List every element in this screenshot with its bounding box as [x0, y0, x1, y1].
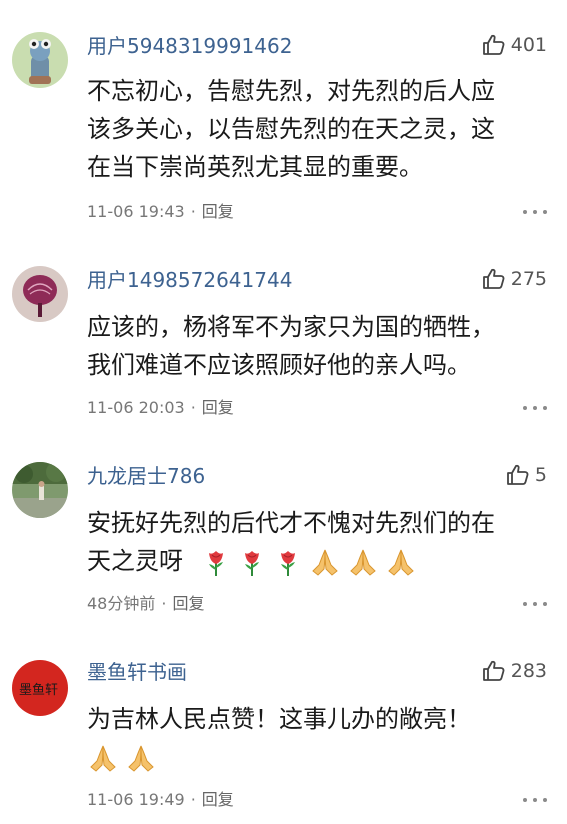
- thumbs-up-icon: [482, 660, 505, 681]
- more-dots-icon: [523, 602, 527, 606]
- pray-emoji: [311, 549, 338, 576]
- avatar[interactable]: 墨鱼轩: [12, 660, 68, 716]
- like-button[interactable]: 5: [506, 463, 547, 487]
- more-dots-icon: [523, 210, 527, 214]
- comment-text-line: 不忘初心，告慰先烈，对先烈的后人应: [87, 77, 495, 105]
- rose-emoji: [280, 551, 295, 576]
- comment-text-line-text: 天之灵呀: [87, 547, 183, 575]
- more-dot: [533, 210, 537, 214]
- comment-text: 应该的，杨将军不为家只为国的牺牲， 我们难道不应该照顾好他的亲人吗。: [87, 308, 547, 384]
- avatar-image: [12, 32, 68, 88]
- like-count: 401: [510, 34, 547, 56]
- thumbs-up-icon: [482, 34, 505, 55]
- username[interactable]: 九龙居士786: [87, 464, 205, 488]
- comment-text-line: 我们难道不应该照顾好他的亲人吗。: [87, 351, 471, 379]
- avatar[interactable]: [12, 462, 68, 518]
- comment-text: 为吉林人民点赞！这事儿办的敞亮！: [87, 700, 547, 776]
- timestamp: 48分钟前: [87, 594, 156, 613]
- pray-emoji: [128, 745, 154, 772]
- comment-text-line: 应该的，杨将军不为家只为国的牺牲，: [87, 313, 495, 341]
- comment-meta: 11-06 19:43 · 回复: [87, 201, 234, 223]
- emoji-group: [87, 743, 157, 773]
- avatar-calligraphy: 墨鱼轩: [19, 682, 58, 698]
- more-options-button[interactable]: [523, 404, 547, 412]
- pray-emoji: [387, 549, 414, 576]
- like-button[interactable]: 401: [482, 33, 547, 57]
- comment-text: 不忘初心，告慰先烈，对先烈的后人应 该多关心，以告慰先烈的在天之灵，这 在当下崇…: [87, 72, 547, 186]
- separator: ·: [190, 202, 196, 221]
- timestamp: 11-06 19:43: [87, 202, 185, 221]
- more-dot: [543, 406, 547, 410]
- more-dot: [543, 210, 547, 214]
- more-dot: [533, 602, 537, 606]
- pray-emoji: [349, 549, 376, 576]
- like-button[interactable]: 283: [482, 659, 547, 683]
- timestamp: 11-06 20:03: [87, 398, 185, 417]
- thumbs-up-icon: [482, 268, 505, 289]
- comment-text-line: 安抚好先烈的后代才不愧对先烈们的在: [87, 509, 495, 537]
- avatar-image: [12, 266, 68, 322]
- comment-meta: 11-06 19:49 · 回复: [87, 789, 234, 811]
- separator: ·: [190, 790, 196, 809]
- comment-item: 用户1498572641744 275 应该的，杨将军不为家只为国的牺牲， 我们…: [0, 240, 567, 440]
- separator: ·: [161, 594, 167, 613]
- more-dot: [543, 602, 547, 606]
- like-count: 275: [510, 268, 547, 290]
- more-options-button[interactable]: [523, 600, 547, 608]
- comment-text-line: [87, 738, 547, 776]
- comment-text: 安抚好先烈的后代才不愧对先烈们的在 天之灵呀: [87, 504, 547, 580]
- avatar-image: 墨鱼轩: [12, 660, 68, 716]
- more-options-button[interactable]: [523, 208, 547, 216]
- comment-text-line: 在当下崇尚英烈尤其显的重要。: [87, 153, 423, 181]
- more-dot: [533, 406, 537, 410]
- more-dots-icon: [523, 798, 527, 802]
- comment-item: 九龙居士786 5 安抚好先烈的后代才不愧对先烈们的在 天之灵呀 48分钟前 ·…: [0, 440, 567, 640]
- comment-item: 墨鱼轩 墨鱼轩书画 283 为吉林人民点赞！这事儿办的敞亮！ 11-06 19:…: [0, 640, 567, 824]
- pray-emoji: [90, 745, 116, 772]
- comment-text-line: 该多关心，以告慰先烈的在天之灵，这: [87, 115, 495, 143]
- reply-button[interactable]: 回复: [202, 790, 234, 809]
- rose-emoji: [244, 551, 259, 576]
- comment-text-line: 天之灵呀: [87, 542, 547, 580]
- comment-item: 用户5948319991462 401 不忘初心，告慰先烈，对先烈的后人应 该多…: [0, 0, 567, 240]
- separator: ·: [190, 398, 196, 417]
- more-dot: [543, 798, 547, 802]
- reply-button[interactable]: 回复: [202, 398, 234, 417]
- avatar[interactable]: [12, 32, 68, 88]
- comment-meta: 11-06 20:03 · 回复: [87, 397, 234, 419]
- like-count: 283: [510, 660, 547, 682]
- emoji-group: [201, 547, 417, 577]
- thumbs-up-icon: [507, 464, 529, 485]
- comment-text-line: 为吉林人民点赞！这事儿办的敞亮！: [87, 705, 471, 733]
- rose-emoji: [208, 551, 223, 576]
- more-dot: [533, 798, 537, 802]
- username[interactable]: 用户5948319991462: [87, 34, 292, 58]
- username[interactable]: 墨鱼轩书画: [87, 660, 187, 684]
- reply-button[interactable]: 回复: [202, 202, 234, 221]
- avatar[interactable]: [12, 266, 68, 322]
- more-options-button[interactable]: [523, 796, 547, 804]
- like-button[interactable]: 275: [482, 267, 547, 291]
- timestamp: 11-06 19:49: [87, 790, 185, 809]
- more-dots-icon: [523, 406, 527, 410]
- comment-meta: 48分钟前 · 回复: [87, 593, 204, 615]
- username[interactable]: 用户1498572641744: [87, 268, 292, 292]
- avatar-image: [12, 462, 68, 518]
- like-count: 5: [534, 464, 547, 486]
- reply-button[interactable]: 回复: [172, 594, 204, 613]
